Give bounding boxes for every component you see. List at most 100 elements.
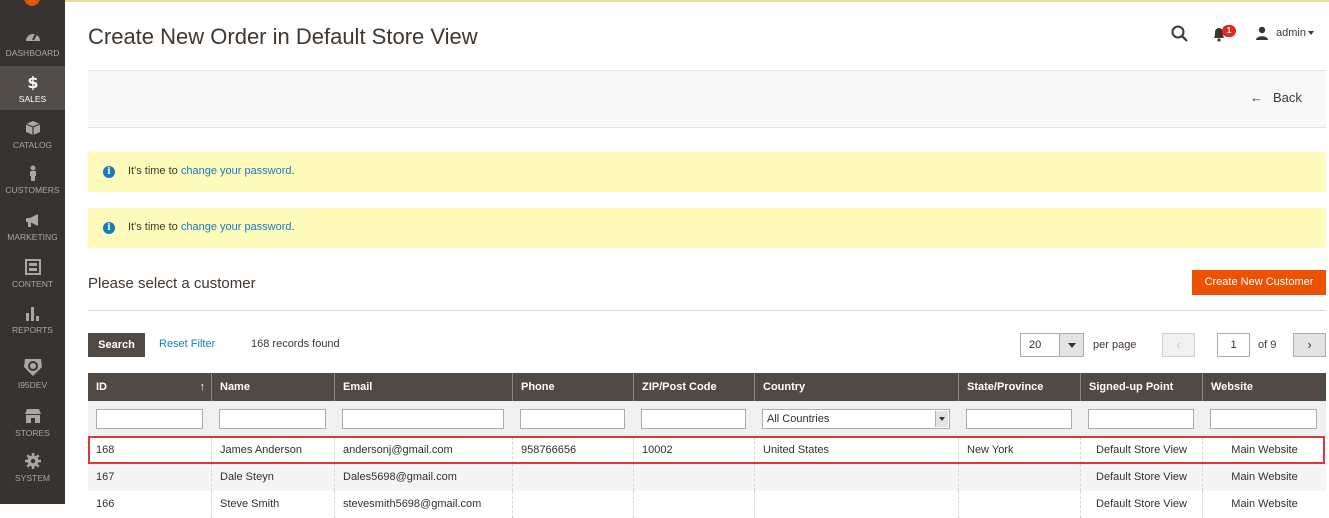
search-button[interactable]: Search	[88, 333, 145, 357]
info-icon: i	[103, 166, 115, 178]
cell-country	[754, 464, 958, 491]
sidebar-item-label: SYSTEM	[15, 473, 50, 483]
cell-state	[958, 464, 1080, 491]
page-title: Create New Order in Default Store View	[88, 24, 478, 49]
create-new-customer-button[interactable]: Create New Customer	[1192, 270, 1326, 295]
sidebar-item-customers[interactable]: CUSTOMERS	[0, 165, 65, 211]
page-actions-bar	[88, 70, 1326, 128]
chevron-left-icon: ‹	[1176, 337, 1181, 352]
arrow-left-icon: ←	[1250, 90, 1263, 105]
cell-zip	[633, 464, 754, 491]
column-header-name[interactable]: Name	[211, 373, 334, 401]
table-row[interactable]: 168 James Anderson andersonj@gmail.com 9…	[88, 437, 1326, 464]
box-icon	[25, 121, 40, 135]
phone-filter-input[interactable]	[520, 409, 625, 429]
cell-phone	[512, 491, 633, 518]
signed-up-point-filter-input[interactable]	[1088, 409, 1194, 429]
page-count: of 9	[1258, 339, 1277, 351]
dashboard-icon	[25, 33, 40, 41]
change-password-link[interactable]: change your password	[181, 221, 292, 233]
magento-logo[interactable]	[24, 0, 40, 6]
cell-country: United States	[754, 437, 958, 464]
admin-sidebar: DASHBOARD $ SALES CATALOG CUSTOMERS MARK…	[0, 0, 65, 504]
megaphone-icon	[25, 214, 38, 227]
sort-ascending-icon: ↑	[199, 381, 206, 393]
message-suffix: .	[291, 221, 295, 233]
column-header-signed-up-point[interactable]: Signed-up Point	[1080, 373, 1202, 401]
website-filter-input[interactable]	[1210, 409, 1317, 429]
country-filter-value: All Countries	[767, 413, 830, 425]
name-filter-input[interactable]	[219, 409, 326, 429]
back-button[interactable]: ← Back	[1250, 90, 1302, 105]
sidebar-item-stores[interactable]: STORES	[0, 408, 65, 454]
notification-count-badge[interactable]: 1	[1222, 25, 1236, 37]
password-warning-message: i It's time to change your password.	[88, 152, 1326, 192]
column-header-id[interactable]: ID ↑	[88, 373, 211, 401]
column-header-zip[interactable]: ZIP/Post Code	[633, 373, 754, 401]
cell-id: 167	[96, 471, 115, 483]
chevron-right-icon: ›	[1307, 337, 1312, 352]
bar-chart-icon	[25, 307, 39, 321]
email-filter-input[interactable]	[342, 409, 504, 429]
sidebar-item-label: DASHBOARD	[5, 48, 60, 58]
sidebar-item-content[interactable]: CONTENT	[0, 259, 65, 305]
cell-email: andersonj@gmail.com	[334, 437, 512, 464]
column-header-country[interactable]: Country	[754, 373, 958, 401]
page-number-input[interactable]: 1	[1217, 333, 1250, 357]
change-password-link[interactable]: change your password	[181, 165, 292, 177]
sidebar-item-catalog[interactable]: CATALOG	[0, 120, 65, 166]
table-row[interactable]: 166 Steve Smith stevesmith5698@gmail.com…	[88, 491, 1326, 518]
message-text: It's time to change your password.	[128, 221, 295, 233]
section-title: Please select a customer	[88, 275, 256, 292]
chevron-down-icon	[935, 411, 948, 427]
chevron-down-icon[interactable]	[1308, 31, 1314, 35]
previous-page-button[interactable]: ‹	[1162, 333, 1195, 357]
cell-state	[958, 491, 1080, 518]
per-page-dropdown-toggle[interactable]	[1059, 334, 1083, 356]
country-filter-select[interactable]: All Countries	[762, 409, 950, 429]
sidebar-item-label: CATALOG	[12, 140, 53, 150]
cell-zip: 10002	[633, 437, 754, 464]
state-filter-input[interactable]	[966, 409, 1072, 429]
cell-name: James Anderson	[211, 437, 334, 464]
zip-filter-input[interactable]	[641, 409, 746, 429]
message-prefix: It's time to	[128, 165, 181, 177]
top-notice-line	[65, 0, 1329, 2]
i95dev-icon	[23, 359, 42, 376]
section-divider	[88, 310, 1326, 311]
user-icon[interactable]	[1255, 26, 1269, 40]
sidebar-item-system[interactable]: SYSTEM	[0, 453, 65, 499]
cell-website: Main Website	[1202, 491, 1326, 518]
sidebar-item-label: I95DEV	[17, 380, 48, 390]
next-page-button[interactable]: ›	[1293, 333, 1326, 357]
sidebar-item-marketing[interactable]: MARKETING	[0, 212, 65, 258]
column-header-state[interactable]: State/Province	[958, 373, 1080, 401]
back-button-label: Back	[1273, 90, 1302, 105]
cell-id: 168	[96, 444, 115, 456]
column-header-email[interactable]: Email	[334, 373, 512, 401]
table-row[interactable]: 167 Dale Steyn Dales5698@gmail.com Defau…	[88, 464, 1326, 491]
sidebar-item-sales[interactable]: $ SALES	[0, 66, 65, 110]
cell-zip	[633, 491, 754, 518]
message-suffix: .	[291, 165, 295, 177]
per-page-label: per page	[1093, 339, 1137, 351]
id-filter-input[interactable]	[96, 409, 203, 429]
sidebar-item-label: SALES	[18, 94, 47, 104]
admin-user-menu[interactable]: admin	[1276, 27, 1306, 39]
gear-icon	[24, 453, 41, 469]
column-header-phone[interactable]: Phone	[512, 373, 633, 401]
reset-filter-link[interactable]: Reset Filter	[159, 338, 215, 350]
sidebar-item-reports[interactable]: REPORTS	[0, 305, 65, 351]
cell-name: Steve Smith	[211, 491, 334, 518]
cell-signed-up-point: Default Store View	[1080, 437, 1202, 464]
column-header-website[interactable]: Website	[1202, 373, 1326, 401]
layout-icon	[24, 259, 41, 275]
storefront-icon	[24, 409, 41, 423]
sidebar-item-i95dev[interactable]: I95DEV	[0, 357, 65, 403]
person-icon	[29, 165, 36, 181]
search-icon[interactable]	[1171, 25, 1189, 43]
records-count: 168 records found	[251, 338, 340, 350]
cell-country	[754, 491, 958, 518]
cell-website: Main Website	[1202, 437, 1326, 464]
cell-website: Main Website	[1202, 464, 1326, 491]
